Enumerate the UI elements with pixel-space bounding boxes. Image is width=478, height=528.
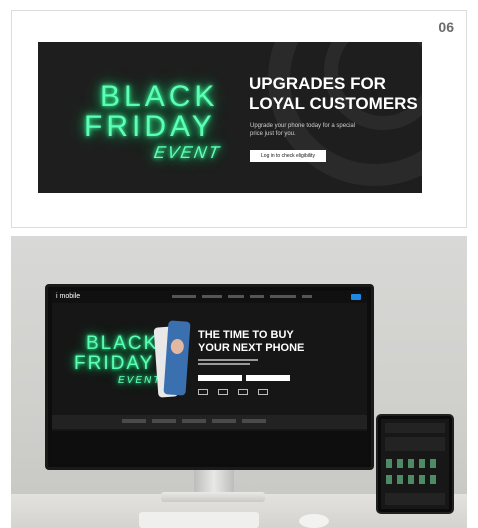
desktop-monitor: i mobile BLACK FRIDAY EVENT THE TIME TO …	[45, 284, 374, 470]
mockup-hero-copy	[198, 359, 258, 361]
nav-item[interactable]	[270, 295, 296, 298]
filter-chip[interactable]	[182, 419, 206, 423]
mockup-neon-black: BLACK	[86, 333, 159, 354]
monitor-stand-base	[161, 492, 265, 502]
keyboard	[139, 512, 259, 528]
mockup-hero-button[interactable]	[246, 375, 290, 381]
tablet-product[interactable]	[419, 459, 425, 468]
filter-chip[interactable]	[122, 419, 146, 423]
tablet-product[interactable]	[408, 475, 414, 484]
mockup-hero-title: THE TIME TO BUY YOUR NEXT PHONE	[198, 329, 305, 354]
site-navbar: i mobile	[52, 291, 367, 303]
neon-black-text: BLACK	[100, 80, 219, 113]
tablet-product[interactable]	[419, 475, 425, 484]
tablet-hero	[385, 437, 445, 451]
neon-friday-text: FRIDAY	[84, 110, 216, 143]
check-eligibility-button[interactable]: Log in to check eligibility	[250, 150, 326, 162]
tablet-product[interactable]	[430, 475, 436, 484]
black-friday-banner: BLACK FRIDAY EVENT UPGRADES FOR LOYAL CU…	[38, 42, 422, 193]
tablet-product[interactable]	[408, 459, 414, 468]
tablet-device	[376, 414, 454, 514]
feature-icon	[238, 389, 248, 395]
mockup-neon-friday: FRIDAY	[74, 353, 155, 374]
mockup-product-section	[52, 431, 367, 463]
nav-item[interactable]	[302, 295, 312, 298]
filter-chip[interactable]	[212, 419, 236, 423]
mouse	[299, 514, 329, 528]
tablet-navbar	[385, 423, 445, 433]
mockup-hero-button[interactable]	[198, 375, 242, 381]
monitor-screen: i mobile BLACK FRIDAY EVENT THE TIME TO …	[52, 291, 367, 463]
filter-chip[interactable]	[152, 419, 176, 423]
promo-subtitle: Upgrade your phone today for a special p…	[250, 123, 356, 137]
mockup-hero-copy	[198, 363, 250, 365]
tablet-product[interactable]	[397, 459, 403, 468]
tablet-product[interactable]	[430, 459, 436, 468]
card-index: 06	[438, 19, 454, 35]
phone-product-image	[153, 320, 192, 405]
device-mockup-photo: i mobile BLACK FRIDAY EVENT THE TIME TO …	[11, 236, 467, 528]
cart-button[interactable]	[351, 294, 361, 300]
tablet-product[interactable]	[386, 475, 392, 484]
feature-icon	[258, 389, 268, 395]
feature-icon	[218, 389, 228, 395]
nav-item[interactable]	[228, 295, 244, 298]
neon-event-text: EVENT	[152, 143, 223, 162]
filter-chip[interactable]	[242, 419, 266, 423]
tablet-footer	[385, 493, 445, 505]
tablet-screen	[381, 419, 449, 509]
monitor-stand	[194, 470, 234, 494]
nav-item[interactable]	[202, 295, 222, 298]
banner-card: 06 BLACK FRIDAY EVENT UPGRADES FOR LOYAL…	[11, 10, 467, 228]
phone-front	[163, 320, 191, 396]
tablet-product[interactable]	[397, 475, 403, 484]
mockup-neon-event: EVENT	[118, 375, 162, 386]
nav-item[interactable]	[172, 295, 196, 298]
wallpaper-portrait	[170, 338, 185, 355]
tablet-product[interactable]	[386, 459, 392, 468]
site-logo: i mobile	[56, 293, 81, 300]
promo-title: UPGRADES FOR LOYAL CUSTOMERS	[249, 74, 418, 113]
feature-icon	[198, 389, 208, 395]
nav-item[interactable]	[250, 295, 264, 298]
mockup-filter-strip	[52, 415, 367, 429]
